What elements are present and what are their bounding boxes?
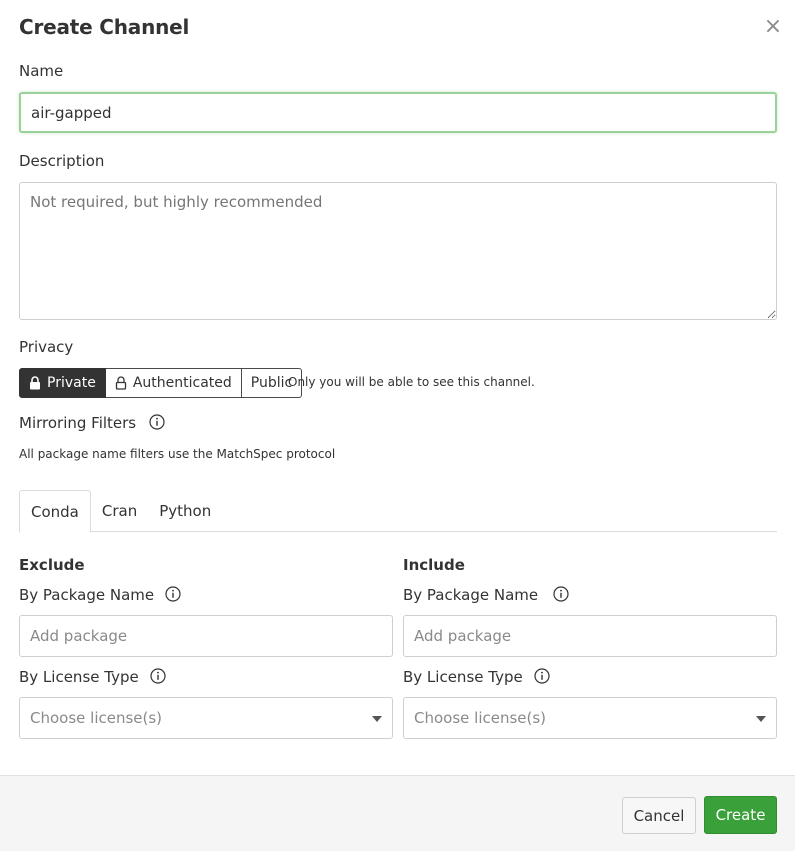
info-icon[interactable] xyxy=(149,668,166,684)
exclude-license-placeholder: Choose license(s) xyxy=(30,709,163,727)
privacy-authenticated-label: Authenticated xyxy=(132,375,232,391)
lock-open-icon xyxy=(115,376,126,390)
mirroring-filters-label: Mirroring Filters xyxy=(19,414,137,432)
tab-python[interactable]: Python xyxy=(148,490,222,532)
include-license-placeholder: Choose license(s) xyxy=(414,709,547,727)
info-icon[interactable] xyxy=(165,586,181,602)
include-license-select[interactable]: Choose license(s) xyxy=(403,697,777,739)
lock-closed-icon xyxy=(30,376,40,390)
info-icon[interactable] xyxy=(553,586,569,602)
create-button[interactable]: Create xyxy=(704,796,777,834)
dialog-title: Create Channel xyxy=(19,15,190,39)
mirroring-hint: All package name filters use the MatchSp… xyxy=(19,447,336,461)
name-input[interactable] xyxy=(19,92,777,133)
exclude-license-label-row: By License Type xyxy=(19,668,166,686)
include-package-label: By Package Name xyxy=(403,586,539,604)
mirroring-tabs: Conda Cran Python xyxy=(19,490,777,533)
info-icon[interactable] xyxy=(533,668,550,684)
cancel-button[interactable]: Cancel xyxy=(622,797,696,834)
info-icon[interactable] xyxy=(149,414,165,430)
privacy-label: Privacy xyxy=(19,338,74,356)
include-package-label-row: By Package Name xyxy=(403,586,569,604)
close-icon[interactable]: × xyxy=(762,14,784,40)
tab-cran[interactable]: Cran xyxy=(91,490,148,532)
name-label: Name xyxy=(19,62,64,80)
privacy-note: Only you will be able to see this channe… xyxy=(288,375,535,389)
exclude-package-label: By Package Name xyxy=(19,586,155,604)
caret-down-icon xyxy=(756,716,766,722)
exclude-heading: Exclude xyxy=(19,556,85,574)
privacy-private-button[interactable]: Private xyxy=(19,368,106,398)
include-package-input[interactable] xyxy=(403,615,777,657)
privacy-private-label: Private xyxy=(47,375,96,391)
mirroring-filters-heading: Mirroring Filters xyxy=(19,414,165,432)
exclude-license-label: By License Type xyxy=(19,668,139,686)
privacy-toggle-group: Private Authenticated Public xyxy=(19,368,303,398)
exclude-license-select[interactable]: Choose license(s) xyxy=(19,697,393,739)
create-channel-dialog: Create Channel × Name Description Privac… xyxy=(0,0,795,851)
privacy-authenticated-button[interactable]: Authenticated xyxy=(105,368,242,398)
tab-conda[interactable]: Conda xyxy=(19,490,91,533)
privacy-public-label: Public xyxy=(250,375,293,391)
exclude-package-input[interactable] xyxy=(19,615,393,657)
include-license-label: By License Type xyxy=(403,668,523,686)
exclude-package-label-row: By Package Name xyxy=(19,586,181,604)
caret-down-icon xyxy=(372,716,382,722)
include-license-label-row: By License Type xyxy=(403,668,550,686)
include-heading: Include xyxy=(403,556,465,574)
description-label: Description xyxy=(19,152,105,170)
description-textarea[interactable] xyxy=(19,182,777,320)
